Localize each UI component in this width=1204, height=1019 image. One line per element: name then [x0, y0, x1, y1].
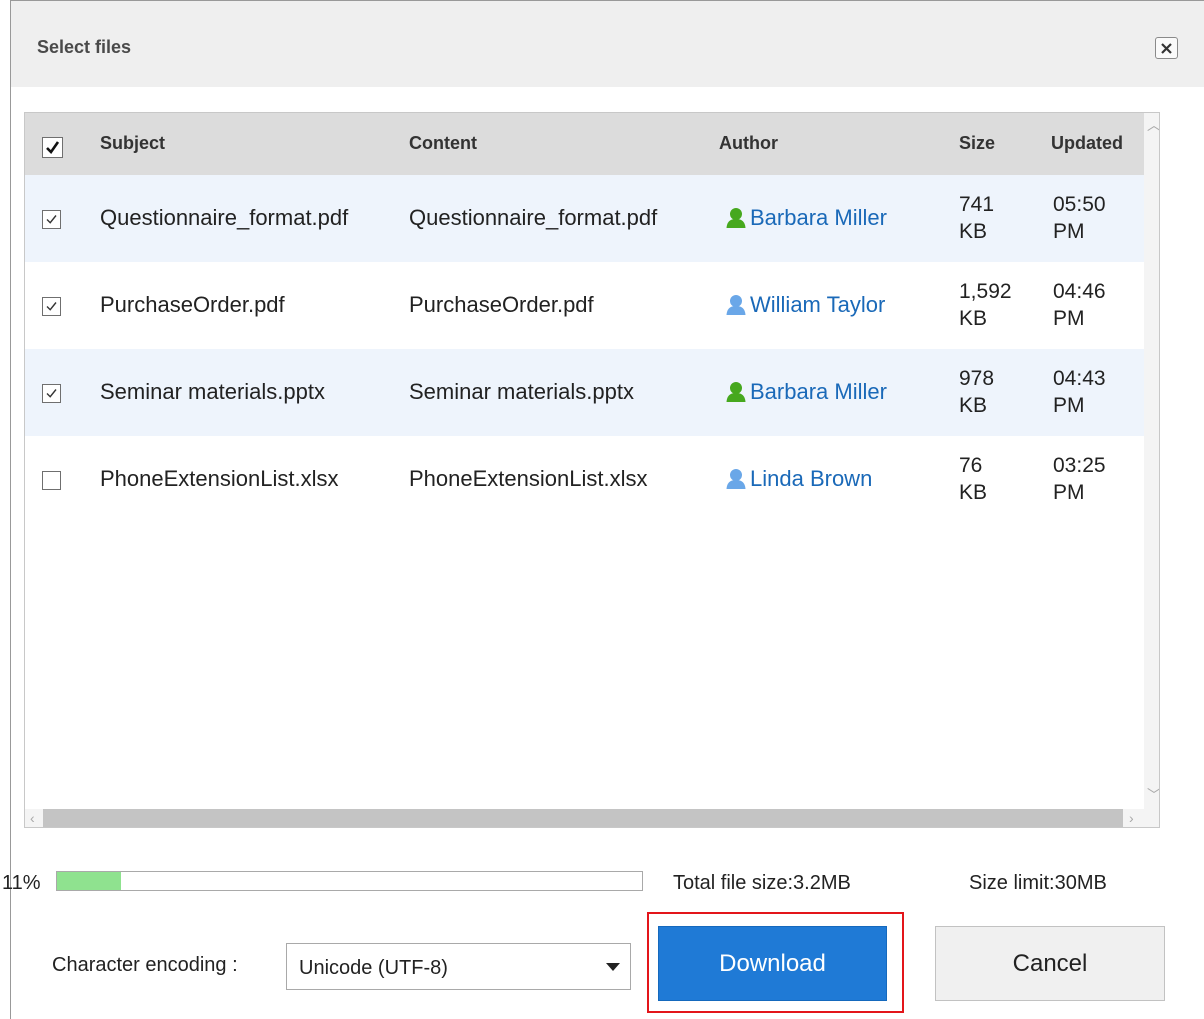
- scroll-up-icon[interactable]: ︿: [1147, 115, 1159, 135]
- check-icon: [46, 215, 57, 224]
- updated-time: 05:50: [1053, 193, 1106, 216]
- table-row[interactable]: PhoneExtensionList.xlsx PhoneExtensionLi…: [25, 436, 1144, 523]
- size-unit: KB: [959, 307, 988, 330]
- header-author[interactable]: Author: [719, 133, 778, 154]
- size-value: 978: [959, 367, 995, 390]
- content-cell: Seminar materials.pptx: [409, 379, 634, 404]
- table-header: Subject Content Author Size Updated: [25, 113, 1144, 175]
- content-cell: Questionnaire_format.pdf: [409, 205, 658, 230]
- updated-ampm: PM: [1053, 220, 1085, 243]
- size-cell: 76 KB: [959, 452, 987, 506]
- table-row[interactable]: PurchaseOrder.pdf PurchaseOrder.pdf Will…: [25, 262, 1144, 349]
- check-icon: [46, 389, 57, 398]
- encoding-label: Character encoding :: [52, 954, 238, 976]
- close-button[interactable]: [1155, 37, 1178, 59]
- vertical-scrollbar[interactable]: ︿ ﹀: [1144, 113, 1159, 809]
- subject-cell: PurchaseOrder.pdf: [100, 292, 285, 317]
- row-checkbox[interactable]: [42, 471, 61, 490]
- size-unit: KB: [959, 394, 988, 417]
- row-checkbox[interactable]: [42, 210, 61, 229]
- select-all-checkbox[interactable]: [42, 137, 63, 158]
- scroll-left-icon[interactable]: ‹: [30, 810, 35, 826]
- user-icon: [726, 382, 746, 402]
- user-icon: [726, 295, 746, 315]
- updated-time: 04:43: [1053, 367, 1106, 390]
- row-checkbox[interactable]: [42, 297, 61, 316]
- author-name: Barbara Miller: [750, 205, 887, 230]
- updated-ampm: PM: [1053, 394, 1085, 417]
- header-updated[interactable]: Updated: [1051, 133, 1123, 154]
- updated-time: 03:25: [1053, 454, 1106, 477]
- subject-cell: Seminar materials.pptx: [100, 379, 325, 404]
- table-row[interactable]: Questionnaire_format.pdf Questionnaire_f…: [25, 175, 1144, 262]
- check-icon: [46, 141, 60, 155]
- dialog-title: Select files: [37, 37, 132, 57]
- user-icon: [726, 469, 746, 489]
- size-limit: Size limit:30MB: [969, 872, 1107, 894]
- subject-cell: Questionnaire_format.pdf: [100, 205, 349, 230]
- header-subject[interactable]: Subject: [100, 133, 165, 154]
- author-link[interactable]: Barbara Miller: [725, 379, 887, 405]
- size-unit: KB: [959, 220, 988, 243]
- size-value: 741: [959, 193, 995, 216]
- dialog-titlebar: Select files: [11, 1, 1204, 87]
- updated-ampm: PM: [1053, 481, 1085, 504]
- subject-cell: PhoneExtensionList.xlsx: [100, 466, 339, 491]
- total-file-size: Total file size:3.2MB: [673, 872, 851, 894]
- updated-cell: 04:46 PM: [1053, 278, 1106, 332]
- header-content[interactable]: Content: [409, 133, 477, 154]
- author-name: Barbara Miller: [750, 379, 887, 404]
- horizontal-scroll-thumb[interactable]: [43, 809, 1123, 827]
- cancel-button[interactable]: Cancel: [935, 926, 1165, 1001]
- file-table: Subject Content Author Size Updated Ques…: [24, 112, 1160, 828]
- size-cell: 978 KB: [959, 365, 994, 419]
- updated-cell: 03:25 PM: [1053, 452, 1106, 506]
- scroll-right-icon[interactable]: ›: [1129, 810, 1134, 826]
- download-button[interactable]: Download: [658, 926, 887, 1001]
- encoding-value: Unicode (UTF-8): [299, 957, 448, 979]
- content-cell: PurchaseOrder.pdf: [409, 292, 594, 317]
- size-value: 1,592: [959, 280, 1012, 303]
- encoding-select[interactable]: Unicode (UTF-8): [286, 943, 631, 990]
- check-icon: [46, 302, 57, 311]
- size-cell: 741 KB: [959, 191, 994, 245]
- row-checkbox[interactable]: [42, 384, 61, 403]
- author-name: Linda Brown: [750, 466, 873, 491]
- size-value: 76: [959, 454, 983, 477]
- author-link[interactable]: Barbara Miller: [725, 205, 887, 231]
- size-unit: KB: [959, 481, 988, 504]
- size-progress-bar: [56, 871, 643, 891]
- updated-ampm: PM: [1053, 307, 1085, 330]
- size-cell: 1,592 KB: [959, 278, 1012, 332]
- size-progress-fill: [57, 872, 122, 890]
- close-icon: [1161, 42, 1172, 54]
- author-link[interactable]: William Taylor: [725, 292, 885, 318]
- dropdown-arrow-icon: [606, 963, 620, 971]
- author-link[interactable]: Linda Brown: [725, 466, 872, 492]
- author-name: William Taylor: [750, 292, 886, 317]
- horizontal-scrollbar[interactable]: ‹ ›: [25, 809, 1159, 827]
- table-row[interactable]: Seminar materials.pptx Seminar materials…: [25, 349, 1144, 436]
- updated-time: 04:46: [1053, 280, 1106, 303]
- scroll-down-icon[interactable]: ﹀: [1147, 785, 1159, 805]
- progress-percent: 11%: [2, 872, 41, 894]
- updated-cell: 04:43 PM: [1053, 365, 1106, 419]
- updated-cell: 05:50 PM: [1053, 191, 1106, 245]
- content-cell: PhoneExtensionList.xlsx: [409, 466, 648, 491]
- header-size[interactable]: Size: [959, 133, 995, 154]
- user-icon: [726, 208, 746, 228]
